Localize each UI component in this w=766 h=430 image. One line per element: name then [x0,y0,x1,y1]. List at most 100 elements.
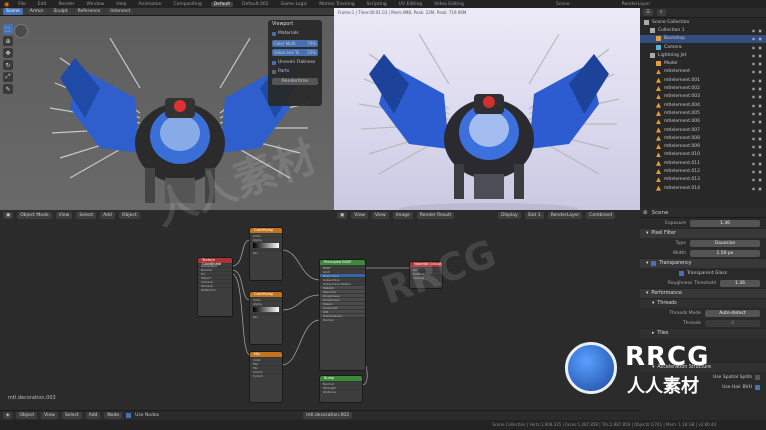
outliner-item[interactable]: mtlelement ◉ ▣ [640,68,766,76]
menu-file[interactable]: File [15,2,29,7]
pixel-filter-section[interactable]: ▾ Pixel Filter [640,228,766,238]
menu-view-2[interactable]: View [371,211,389,219]
outliner-item[interactable]: mtlelement.011 ◉ ▣ [640,159,766,167]
render-layer-selector[interactable]: RenderLayer [619,2,654,7]
workspace-tab[interactable]: UV Editing [396,2,425,7]
eye-icon[interactable]: ◉ [752,161,756,166]
camera-render-icon[interactable]: ▣ [758,161,762,166]
camera-render-icon[interactable]: ▣ [758,177,762,182]
nav-gizmo-icon[interactable] [14,24,28,38]
performance-section[interactable]: ▾ Performance [640,288,766,298]
checkbox-icon[interactable] [272,60,276,65]
camera-render-icon[interactable]: ▣ [758,186,762,191]
workspace-tab[interactable]: Default.002 [239,2,271,7]
camera-render-icon[interactable]: ▣ [758,53,762,58]
camera-render-icon[interactable]: ▣ [758,86,762,91]
node-editor[interactable]: Texture Coordinate Generated Normal UV Obj… [0,220,640,410]
outliner-item[interactable]: Lightning Jet ◉ ▣ [640,51,766,59]
node-color-ramp-1[interactable]: ColorRamp Color Alpha Fac [250,228,282,280]
workspace-tab[interactable]: Motion Tracking [316,2,357,7]
eye-icon[interactable]: ◉ [752,144,756,149]
outliner-item[interactable]: mtlelement.010 ◉ ▣ [640,151,766,159]
material-selector[interactable]: mtl.decoration.003 [303,412,353,419]
tab-reference[interactable]: Reference [74,8,104,15]
exposure-field[interactable]: 1.36 [690,219,760,227]
eye-icon[interactable]: ◉ [752,136,756,141]
eye-icon[interactable]: ◉ [752,128,756,133]
tab-intersect[interactable]: Intersect [107,8,134,15]
camera-render-icon[interactable]: ▣ [758,136,762,141]
transparent-glass-row[interactable]: Transparent Glass [640,268,766,278]
pass-selector[interactable]: Combined [586,211,616,219]
outliner-item[interactable]: mtlelement.013 ◉ ▣ [640,176,766,184]
search-icon[interactable]: ⌕ [657,9,666,16]
menu-view[interactable]: View [351,211,368,219]
slot-selector[interactable]: Slot 1 [524,211,544,219]
workspace-tab[interactable]: Game Logic [278,2,311,7]
eye-icon[interactable]: ◉ [752,177,756,182]
node-material-output[interactable]: Material Output All Surface Volume [410,262,442,288]
outliner-item[interactable]: mtlelement.004 ◉ ▣ [640,101,766,109]
camera-render-icon[interactable]: ▣ [758,119,762,124]
camera-render-icon[interactable]: ▣ [758,94,762,99]
workspace-tab-active[interactable]: Default [210,1,234,7]
eye-icon[interactable]: ◉ [752,45,756,50]
camera-render-icon[interactable]: ▣ [758,152,762,157]
type-dropdown[interactable]: Gaussian [690,239,760,247]
threads-mode-dropdown[interactable]: Auto-detect [705,309,760,317]
menu-select[interactable]: Select [61,412,82,419]
annotate-tool-icon[interactable]: ✎ [3,84,13,94]
outliner-item[interactable]: mtlelement.005 ◉ ▣ [640,109,766,117]
node-mix[interactable]: Mix Color Mix Fac Color1 Color2 [250,352,282,402]
camera-render-icon[interactable]: ▣ [758,78,762,83]
workspace-tab[interactable]: Compositing [171,2,205,7]
outliner-item[interactable]: mtlelement.007 ◉ ▣ [640,126,766,134]
menu-add[interactable]: Add [85,412,101,419]
camera-render-icon[interactable]: ▣ [758,111,762,116]
outliner-item[interactable]: mtlelement.001 ◉ ▣ [640,76,766,84]
outliner-item[interactable]: Camera ◉ ▣ [640,43,766,51]
checkbox-icon[interactable] [272,31,276,36]
camera-render-icon[interactable]: ▣ [758,128,762,133]
color-ramp-gradient[interactable] [253,243,279,248]
threads-field[interactable]: 4 [705,319,760,327]
eye-icon[interactable]: ◉ [752,28,756,33]
camera-render-icon[interactable]: ▣ [758,144,762,149]
checkbox-icon[interactable] [651,261,657,266]
eye-icon[interactable]: ◉ [752,61,756,66]
threads-subsection[interactable]: ▾ Threads [640,298,766,308]
menu-select[interactable]: Select [76,211,97,219]
color-multi-slider[interactable]: Color Multi 70% [272,40,318,47]
mode-selector[interactable]: Object Mode [17,211,52,219]
value-slider[interactable]: Value and Te 25% [272,49,318,56]
menu-image[interactable]: Image [392,211,413,219]
camera-render-icon[interactable]: ▣ [758,103,762,108]
tab-armor[interactable]: Armor [26,8,47,15]
outliner-root[interactable]: Scene Collection [640,18,766,26]
menu-add[interactable]: Add [100,211,115,219]
width-field[interactable]: 1.50 px [690,249,760,257]
rotate-tool-icon[interactable]: ↻ [3,60,13,70]
overlay-item[interactable]: Uneven Flatness [268,58,322,67]
eye-icon[interactable]: ◉ [752,69,756,74]
menu-help[interactable]: Help [113,2,129,7]
outliner-item[interactable]: mtlelement.003 ◉ ▣ [640,93,766,101]
workspace-tab[interactable]: Scripting [364,2,390,7]
overlay-item[interactable]: Materials [268,29,322,38]
outliner-item[interactable]: Backdrop ◉ ▣ [640,34,766,43]
camera-render-icon[interactable]: ▣ [758,69,762,74]
move-tool-icon[interactable]: ✥ [3,48,13,58]
menu-view[interactable]: View [41,412,58,419]
render-view[interactable]: Frame:1 | Time:00:01.03 | Mem:4MB, Peak:… [334,8,640,220]
tab-scene[interactable]: Scene [3,8,23,15]
menu-render[interactable]: Render [56,2,78,7]
eye-icon[interactable]: ◉ [752,53,756,58]
eye-icon[interactable]: ◉ [752,119,756,124]
outliner-item[interactable]: mtlelement.014 ◉ ▣ [640,184,766,192]
outliner-item[interactable]: mtlelement.012 ◉ ▣ [640,167,766,175]
scene-selector[interactable]: Scene [553,2,573,7]
eye-icon[interactable]: ◉ [752,36,756,41]
tiles-subsection[interactable]: ▸ Tiles [640,328,766,338]
outliner-item[interactable]: mtlelement.008 ◉ ▣ [640,134,766,142]
editor-type-icon[interactable]: ◈ [3,412,13,419]
